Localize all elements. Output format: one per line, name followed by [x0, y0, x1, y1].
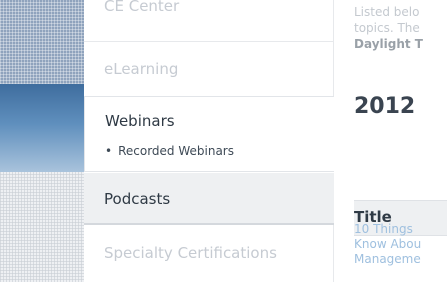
- sidebar-item-podcasts[interactable]: Podcasts: [84, 173, 334, 225]
- year-heading: 2012: [354, 94, 416, 119]
- intro-line: Listed belo: [354, 5, 420, 19]
- sidebar-item-ce-center[interactable]: CE Center: [84, 0, 334, 42]
- sidebar-item-label: Webinars: [105, 112, 175, 130]
- link-line: Manageme: [354, 252, 421, 266]
- bullet-dot-icon: •: [105, 144, 113, 158]
- decorative-pattern-top: [0, 0, 84, 84]
- sidebar-subitem-recorded-webinars[interactable]: • Recorded Webinars: [105, 141, 334, 161]
- sidebar-item-label: CE Center: [104, 0, 180, 15]
- link-line: Know Abou: [354, 237, 422, 251]
- intro-line: topics. The: [354, 21, 420, 35]
- decorative-blue-band: [0, 84, 84, 172]
- link-line: 10 Things: [354, 222, 413, 236]
- sidebar-item-specialty-certifications[interactable]: Specialty Certifications: [84, 225, 334, 282]
- decorative-pattern-bottom: [0, 172, 84, 282]
- sidebar-item-webinars[interactable]: Webinars • Recorded Webinars: [84, 96, 334, 172]
- intro-line-bold: Daylight T: [354, 37, 423, 51]
- sidebar-item-label: Podcasts: [104, 190, 171, 208]
- sidebar-item-elearning[interactable]: eLearning: [84, 42, 334, 96]
- decorative-side-panel: [0, 0, 84, 282]
- main-content: Listed belo topics. The Daylight T 2012 …: [354, 0, 447, 282]
- sidebar-divider: [333, 225, 334, 282]
- intro-text: Listed belo topics. The Daylight T: [354, 4, 447, 52]
- sidebar-item-label: eLearning: [104, 60, 179, 78]
- sidebar-subitem-label: Recorded Webinars: [118, 144, 234, 158]
- table-row-link[interactable]: 10 Things Know Abou Manageme: [354, 222, 447, 267]
- sidebar-item-label: Specialty Certifications: [104, 244, 277, 262]
- sidebar-divider: [333, 0, 334, 96]
- sidebar-nav: CE Center eLearning Webinars • Recorded W…: [84, 0, 334, 282]
